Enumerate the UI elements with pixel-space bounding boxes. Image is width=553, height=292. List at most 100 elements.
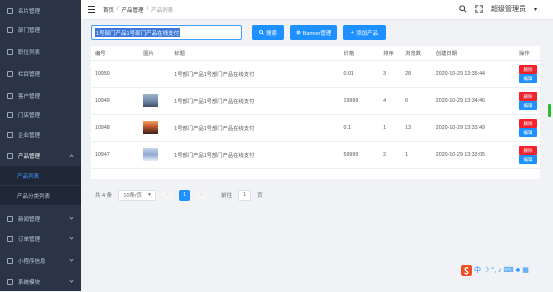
sidebar-item-miniprogram[interactable]: 小程序信息 (0, 250, 81, 271)
sidebar-item-label: 部门管理 (18, 27, 41, 34)
search-button[interactable]: 搜索 (252, 25, 284, 40)
breadcrumb-home[interactable]: 首页 (103, 6, 114, 14)
column-header: 排序 (379, 46, 402, 61)
page-number-current[interactable]: 1 (179, 189, 191, 201)
sidebar-subitem-product-category-list[interactable]: 产品分类列表 (0, 186, 81, 205)
chevron-down-icon (69, 215, 74, 220)
position-icon (7, 48, 13, 55)
column-icon (7, 70, 13, 77)
prev-page-button[interactable]: ‹ (162, 189, 174, 201)
news-icon (7, 215, 13, 222)
cell-title: 1号部门产品1号部门产品在线支付 (170, 141, 340, 169)
menu-toggle-icon[interactable] (88, 6, 95, 13)
sidebar-item-card[interactable]: 名片管理 (0, 0, 81, 21)
department-icon (7, 26, 13, 33)
cell-date: 2020-10-29 13:35:44 (431, 60, 515, 88)
fullscreen-icon[interactable] (475, 5, 483, 13)
cell-price: 59999 (339, 141, 380, 169)
chevron-down-icon[interactable]: ▾ (534, 6, 537, 13)
sidebar-item-label: 小程序信息 (18, 258, 46, 265)
breadcrumb-product-manage[interactable]: 产品管理 (122, 6, 144, 14)
sidebar-item-label: 名片管理 (18, 8, 41, 15)
sidebar-item-label: 产品管理 (18, 153, 41, 160)
system-icon (7, 278, 13, 285)
search-input-value: 1号部门产品1号部门产品在线支付 (95, 28, 181, 37)
sidebar-item-customer[interactable]: 客户管理 (0, 85, 81, 106)
banner-manage-button[interactable]: Banner管理 (290, 25, 337, 40)
sidebar: 名片管理部门管理职位列表栏目管理客户管理门店管理企业管理产品管理新闻管理订单管理… (0, 0, 81, 291)
sidebar-item-system[interactable]: 系统模块 (0, 271, 81, 292)
delete-button[interactable]: 删除 (518, 145, 537, 155)
chevron-down-icon (69, 257, 74, 262)
order-icon (7, 235, 13, 242)
delete-button[interactable]: 删除 (518, 64, 537, 74)
admin-user-menu[interactable]: 超级管理员 (491, 4, 526, 14)
scrollbar-marker[interactable] (548, 104, 551, 117)
column-header: 操作 (514, 46, 540, 61)
sidebar-item-enterprise[interactable]: 企业管理 (0, 124, 81, 145)
sidebar-item-label: 订单管理 (18, 236, 41, 243)
cell-title: 1号部门产品1号部门产品在线支付 (170, 87, 340, 115)
sidebar-item-news[interactable]: 新闻管理 (0, 208, 81, 229)
sidebar-item-department[interactable]: 部门管理 (0, 19, 81, 40)
edit-button[interactable]: 编辑 (518, 154, 537, 164)
cell-sort: 4 (379, 87, 402, 115)
sidebar-item-label: 企业管理 (18, 132, 41, 139)
pagination: 共 4 条 10条/页 ▾ ‹ 1 › 前往 1 页 (91, 185, 540, 205)
cell-id: 10950 (91, 60, 140, 88)
search-icon (259, 30, 264, 35)
column-header: 标题 (170, 46, 340, 61)
sidebar-item-order[interactable]: 订单管理 (0, 228, 81, 249)
customer-icon (7, 92, 13, 99)
edit-button[interactable]: 编辑 (518, 127, 537, 137)
product-thumbnail (143, 94, 159, 107)
edit-button[interactable]: 编辑 (518, 100, 537, 110)
ime-chinese-mode[interactable]: 中 (474, 265, 481, 275)
ime-tools-icon[interactable]: ▦ (522, 266, 529, 274)
goto-label: 前往 (221, 193, 233, 199)
ime-mic-icon[interactable]: ♪ (498, 267, 502, 274)
cell-title: 1号部门产品1号部门产品在线支付 (170, 60, 340, 88)
sidebar-item-label: 栏目管理 (18, 71, 41, 78)
ime-moon-icon[interactable]: ☽ (483, 266, 489, 274)
pager-total: 共 4 条 (95, 193, 113, 199)
sidebar-item-position[interactable]: 职位列表 (0, 41, 81, 62)
ime-keyboard-icon[interactable]: ⌨ (504, 266, 514, 274)
gear-icon (296, 30, 300, 35)
cell-actions: 删除编辑 (514, 87, 540, 115)
delete-button[interactable]: 删除 (518, 118, 537, 128)
search-icon[interactable] (459, 5, 467, 13)
cell-views: 28 (401, 60, 432, 88)
cell-sort: 3 (379, 60, 402, 88)
product-thumbnail (143, 121, 159, 134)
breadcrumb-current: 产品列表 (151, 8, 174, 14)
delete-button[interactable]: 删除 (518, 91, 537, 101)
sidebar-item-label: 新闻管理 (18, 216, 41, 223)
page-size-select[interactable]: 10条/页 ▾ (118, 189, 157, 201)
ime-punct-icon[interactable]: °, (491, 267, 496, 274)
sidebar-item-label: 系统模块 (18, 279, 41, 286)
next-page-button[interactable]: › (196, 189, 208, 201)
sidebar-item-label: 门店管理 (18, 112, 41, 119)
sidebar-item-label: 客户管理 (18, 93, 41, 100)
chevron-down-icon: ▾ (148, 192, 151, 198)
sidebar-subitem-product-list[interactable]: 产品列表 (0, 166, 81, 185)
product-icon (7, 152, 13, 159)
product-thumbnail (143, 148, 159, 161)
sidebar-item-store[interactable]: 门店管理 (0, 104, 81, 125)
product-image-cell (139, 60, 171, 88)
sogou-logo-icon[interactable] (461, 264, 472, 276)
input-method-toolbar: 中 ☽ °, ♪ ⌨ ♣ ▦ (461, 264, 553, 276)
breadcrumb-separator: / (117, 6, 119, 12)
edit-button[interactable]: 编辑 (518, 73, 537, 83)
goto-page-input[interactable]: 1 (238, 189, 252, 201)
cell-date: 2020-10-29 13:33:05 (431, 141, 515, 169)
cell-date: 2020-10-29 13:33:49 (431, 114, 515, 142)
sidebar-item-column[interactable]: 栏目管理 (0, 63, 81, 84)
toolbar: 1号部门产品1号部门产品在线支付 搜索 Banner管理 + 添加产品 (91, 25, 553, 43)
ime-skin-icon[interactable]: ♣ (516, 267, 521, 274)
product-image-cell (139, 114, 171, 142)
sidebar-item-product[interactable]: 产品管理 (0, 145, 81, 166)
add-product-button[interactable]: + 添加产品 (343, 25, 386, 40)
search-button-label: 搜索 (265, 30, 277, 37)
